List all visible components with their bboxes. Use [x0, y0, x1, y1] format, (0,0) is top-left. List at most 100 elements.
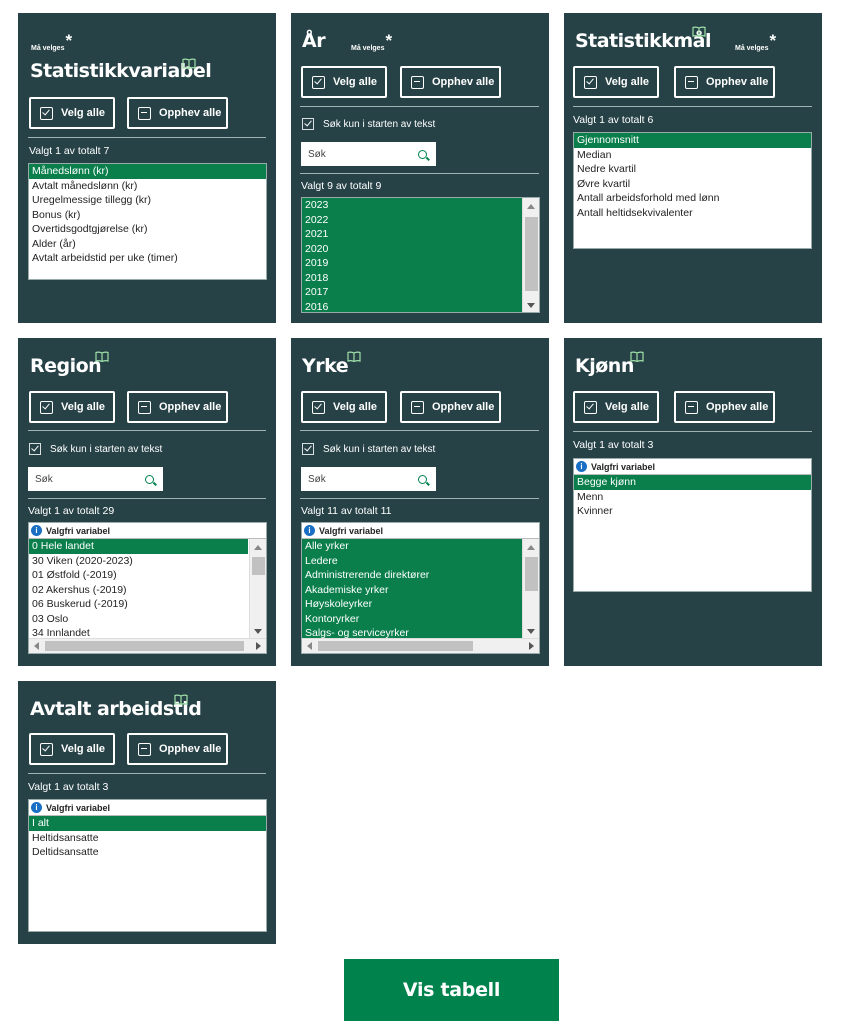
info-icon[interactable]: i [31, 802, 42, 813]
checkbox[interactable] [29, 443, 41, 455]
search-start-checkbox-row[interactable]: Søk kun i starten av tekst [29, 443, 162, 455]
deselect-all-button[interactable]: Opphev alle [674, 66, 775, 98]
list-item[interactable]: Heltidsansatte [29, 831, 266, 846]
list-item[interactable]: Begge kjønn [574, 475, 811, 490]
select-all-button[interactable]: Velg alle [301, 66, 387, 98]
book-icon[interactable] [347, 351, 361, 362]
list-item[interactable]: 06 Buskerud (-2019) [29, 597, 266, 612]
list-item[interactable]: 2020 [302, 242, 539, 257]
list-item[interactable]: Uregelmessige tillegg (kr) [29, 193, 266, 208]
list-item[interactable]: Administrerende direktører [302, 568, 539, 583]
deselect-all-button[interactable]: Opphev alle [127, 391, 228, 423]
list-item[interactable]: Median [574, 148, 811, 163]
deselect-all-button[interactable]: Opphev alle [127, 97, 228, 129]
select-all-button[interactable]: Velg alle [573, 391, 659, 423]
book-icon[interactable] [174, 694, 188, 705]
search-input[interactable]: Søk [301, 467, 436, 491]
list-item[interactable]: 01 Østfold (-2019) [29, 568, 266, 583]
scroll-up-icon[interactable] [527, 204, 535, 209]
deselect-all-button[interactable]: Opphev alle [127, 733, 228, 765]
search-start-checkbox-row[interactable]: Søk kun i starten av tekst [302, 443, 435, 455]
scroll-down-icon[interactable] [527, 303, 535, 308]
vertical-scrollbar[interactable] [522, 198, 539, 312]
show-table-button[interactable]: Vis tabell [344, 959, 559, 1021]
vertical-scrollbar[interactable] [249, 539, 266, 640]
horizontal-scrollbar[interactable] [29, 638, 266, 653]
select-all-button[interactable]: Velg alle [29, 97, 115, 129]
search-icon[interactable] [418, 474, 427, 484]
search-input[interactable]: Søk [301, 142, 436, 166]
search-input[interactable]: Søk [28, 467, 163, 491]
list-item[interactable]: 2019 [302, 256, 539, 271]
search-start-checkbox-row[interactable]: Søk kun i starten av tekst [302, 118, 435, 130]
search-icon[interactable] [145, 474, 154, 484]
scroll-left-icon[interactable] [34, 642, 39, 650]
book-icon[interactable] [692, 26, 706, 37]
select-all-button[interactable]: Velg alle [573, 66, 659, 98]
scroll-right-icon[interactable] [529, 642, 534, 650]
list-item[interactable]: Alder (år) [29, 237, 266, 252]
scrollbar-thumb[interactable] [525, 217, 538, 291]
list-item[interactable]: Ledere [302, 554, 539, 569]
value-listbox[interactable]: 2023 2022 2021 2020 2019 2018 2017 2016 [301, 197, 540, 313]
list-item[interactable]: 2016 [302, 300, 539, 313]
list-item[interactable]: 02 Akershus (-2019) [29, 583, 266, 598]
list-item[interactable]: Bonus (kr) [29, 208, 266, 223]
list-item[interactable]: Antall heltidsekvivalenter [574, 206, 811, 221]
list-item[interactable]: 2017 [302, 285, 539, 300]
info-icon[interactable]: i [304, 525, 315, 536]
list-item[interactable]: 2018 [302, 271, 539, 286]
scroll-left-icon[interactable] [307, 642, 312, 650]
deselect-all-button[interactable]: Opphev alle [400, 391, 501, 423]
checkbox[interactable] [302, 118, 314, 130]
scroll-down-icon[interactable] [254, 629, 262, 634]
horizontal-scrollbar[interactable] [302, 638, 539, 653]
value-listbox[interactable]: i Valgfri variabel Alle yrker Ledere Admi… [301, 522, 540, 654]
list-item[interactable]: Antall arbeidsforhold med lønn [574, 191, 811, 206]
scroll-up-icon[interactable] [527, 545, 535, 550]
scrollbar-thumb[interactable] [318, 641, 473, 651]
select-all-button[interactable]: Velg alle [301, 391, 387, 423]
search-icon[interactable] [418, 149, 427, 159]
list-item[interactable]: Kontoryrker [302, 612, 539, 627]
list-item[interactable]: Overtidsgodtgjørelse (kr) [29, 222, 266, 237]
scroll-right-icon[interactable] [256, 642, 261, 650]
value-listbox[interactable]: Gjennomsnitt Median Nedre kvartil Øvre k… [573, 132, 812, 249]
list-item[interactable]: Øvre kvartil [574, 177, 811, 192]
value-listbox[interactable]: i Valgfri variabel 0 Hele landet 30 Viken… [28, 522, 267, 654]
value-listbox[interactable]: i Valgfri variabel I alt Heltidsansatte D… [28, 799, 267, 932]
list-item[interactable]: 2022 [302, 213, 539, 228]
checkbox[interactable] [302, 443, 314, 455]
select-all-button[interactable]: Velg alle [29, 733, 115, 765]
list-item[interactable]: 03 Oslo [29, 612, 266, 627]
deselect-all-button[interactable]: Opphev alle [674, 391, 775, 423]
scroll-down-icon[interactable] [527, 629, 535, 634]
info-icon[interactable]: i [576, 461, 587, 472]
list-item[interactable]: Nedre kvartil [574, 162, 811, 177]
list-item[interactable]: Kvinner [574, 504, 811, 519]
list-item[interactable]: Avtalt månedslønn (kr) [29, 179, 266, 194]
book-icon[interactable] [95, 351, 109, 362]
book-icon[interactable] [630, 351, 644, 362]
value-listbox[interactable]: Månedslønn (kr) Avtalt månedslønn (kr) U… [28, 163, 267, 280]
list-item[interactable]: Høyskoleyrker [302, 597, 539, 612]
deselect-all-button[interactable]: Opphev alle [400, 66, 501, 98]
info-icon[interactable]: i [31, 525, 42, 536]
scrollbar-thumb[interactable] [45, 641, 244, 651]
list-item[interactable]: 2023 [302, 198, 539, 213]
book-icon[interactable] [182, 58, 196, 69]
list-item[interactable]: Avtalt arbeidstid per uke (timer) [29, 251, 266, 266]
scroll-up-icon[interactable] [254, 545, 262, 550]
list-item[interactable]: Alle yrker [302, 539, 539, 554]
list-item[interactable]: 0 Hele landet [29, 539, 248, 554]
list-item[interactable]: I alt [29, 816, 266, 831]
list-item[interactable]: Menn [574, 490, 811, 505]
list-item[interactable]: 30 Viken (2020-2023) [29, 554, 266, 569]
select-all-button[interactable]: Velg alle [29, 391, 115, 423]
value-listbox[interactable]: i Valgfri variabel Begge kjønn Menn Kvinn… [573, 458, 812, 592]
list-item[interactable]: Akademiske yrker [302, 583, 539, 598]
list-item[interactable]: Månedslønn (kr) [29, 164, 266, 179]
scrollbar-thumb[interactable] [252, 557, 265, 575]
scrollbar-thumb[interactable] [525, 557, 538, 591]
list-item[interactable]: Deltidsansatte [29, 845, 266, 860]
